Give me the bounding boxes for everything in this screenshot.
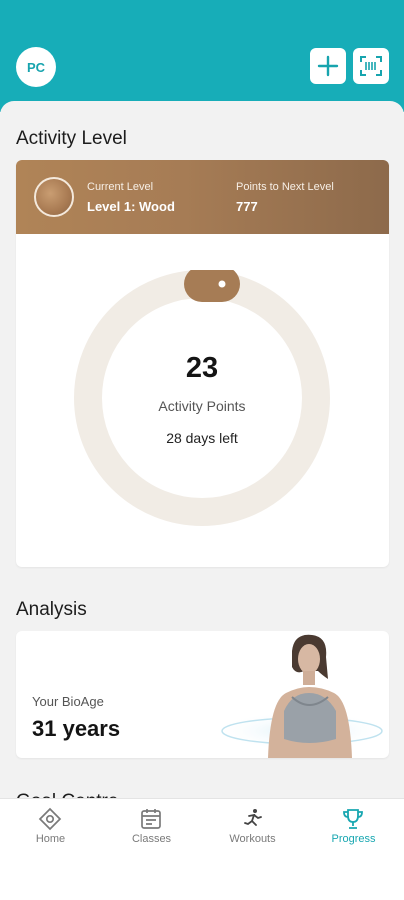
nav-progress[interactable]: Progress [303,799,404,859]
activity-points-value: 23 [185,352,219,384]
nav-classes[interactable]: Classes [101,799,202,859]
nav-workouts-label: Workouts [229,833,276,845]
nav-workouts[interactable]: Workouts [202,799,303,859]
current-level-value: Level 1: Wood [87,199,175,214]
classes-calendar-icon [141,809,161,829]
level-badge-icon [34,177,74,217]
nav-classes-label: Classes [131,833,172,845]
bioage-card[interactable]: Your BioAge 31 years [16,631,389,758]
home-icon [38,807,62,831]
profile-avatar[interactable]: PC [16,47,56,87]
analysis-title: Analysis [16,599,87,620]
activity-level-title: Activity Level [16,128,127,149]
scan-button[interactable] [353,48,389,84]
bottom-navigation: Home Classes Workouts Progress [0,798,404,900]
ring-center: 23 Activity Points 28 days left [74,270,330,526]
nav-home-label: Home [35,833,66,845]
bioage-label: Your BioAge [32,694,104,709]
level-banner: Current Level Level 1: Wood Points to Ne… [16,160,389,234]
next-level-value: 777 [236,199,258,214]
add-button[interactable] [310,48,346,84]
workouts-runner-icon [244,809,262,826]
bioage-value: 31 years [32,716,121,741]
trophy-icon [343,809,363,829]
content-area: Activity Level Current Level Level 1: Wo… [0,101,404,821]
app-header: PC [0,0,404,112]
nav-progress-label: Progress [331,833,376,845]
barcode-scan-icon [360,56,382,76]
next-level-label: Points to Next Level [236,181,334,193]
current-level-label: Current Level [87,181,154,193]
bioage-figure-image [216,634,388,758]
activity-points-label: Activity Points [158,398,246,414]
plus-icon [317,55,339,77]
days-left: 28 days left [166,430,238,446]
activity-level-card[interactable]: Current Level Level 1: Wood Points to Ne… [16,160,389,567]
nav-home[interactable]: Home [0,799,101,859]
